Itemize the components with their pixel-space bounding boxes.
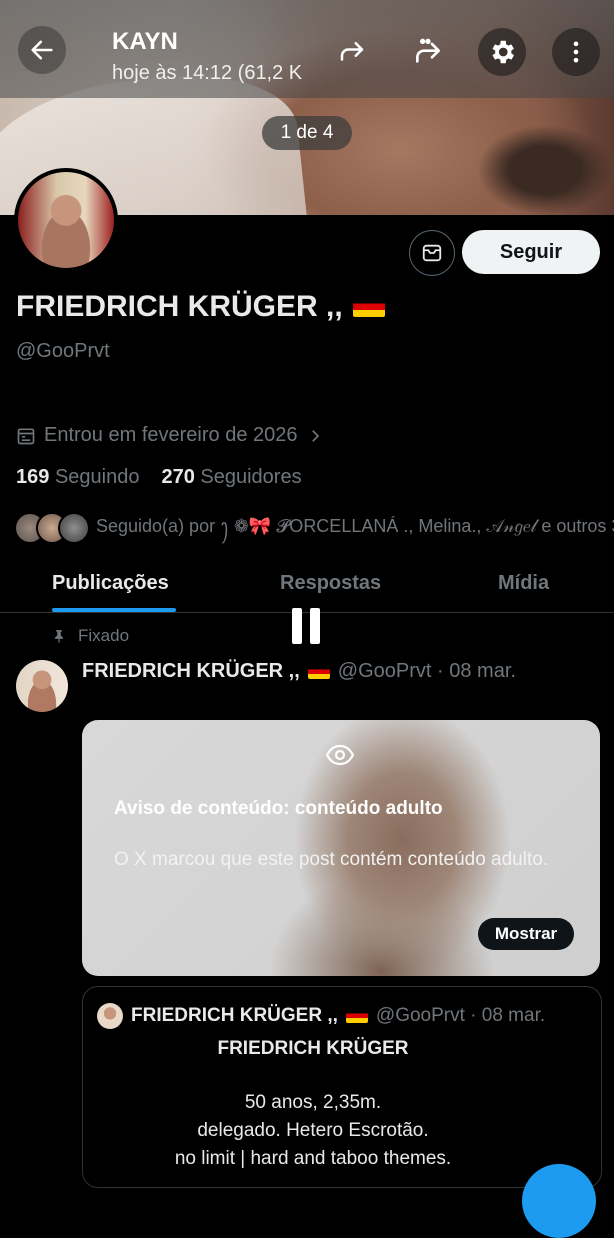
post-author-avatar[interactable]	[16, 660, 68, 712]
germany-flag-icon	[307, 664, 330, 679]
tab-media[interactable]: Mídia	[498, 572, 549, 595]
forward-arrow-icon	[340, 42, 364, 61]
media-counter: 1 de 4	[262, 116, 352, 150]
pin-icon	[54, 630, 64, 643]
tab-replies[interactable]: Respostas	[280, 572, 381, 595]
compose-button[interactable]	[522, 1164, 596, 1238]
post-handle-date: @GooPrvt · 08 mar.	[337, 660, 516, 682]
profile-tabs: Publicações Respostas Mídia	[0, 560, 614, 613]
profile-handle: @GooPrvt	[16, 340, 110, 362]
envelope-icon	[422, 244, 442, 262]
quoted-line: delegado. Hetero Escrotão.	[197, 1120, 429, 1141]
quoted-post-body: FRIEDRICH KRÜGER 50 anos, 2,35m. delegad…	[83, 1035, 543, 1173]
forward-all-button[interactable]	[404, 28, 452, 76]
chevron-right-icon[interactable]	[306, 427, 324, 445]
followers-label: Seguidores	[200, 466, 302, 488]
quoted-heading: FRIEDRICH KRÜGER	[217, 1038, 409, 1059]
followers-link[interactable]: 270 Seguidores	[161, 466, 301, 489]
following-label: Seguindo	[54, 466, 140, 488]
quoted-post-header: FRIEDRICH KRÜGER ,, @GooPrvt · 08 mar.	[97, 1003, 545, 1029]
quoted-author-name: FRIEDRICH KRÜGER ,,	[131, 1005, 338, 1026]
more-options-button[interactable]	[552, 28, 600, 76]
forward-all-icon	[416, 38, 440, 63]
more-vertical-icon	[573, 41, 579, 63]
pause-icon[interactable]	[292, 608, 322, 644]
quoted-line: no limit | hard and taboo themes.	[174, 1148, 452, 1169]
viewer-title: KAYN	[112, 28, 178, 55]
profile-name: FRIEDRICH KRÜGER ,,	[16, 290, 385, 324]
active-tab-indicator	[52, 608, 176, 612]
sensitive-media-card[interactable]: Aviso de conteúdo: conteúdo adulto O X m…	[82, 720, 600, 976]
pinned-text: Fixado	[78, 626, 130, 645]
content-warning-text: O X marcou que este post contém conteúdo…	[114, 849, 549, 870]
quoted-line: 50 anos, 2,35m.	[244, 1092, 382, 1113]
quoted-post[interactable]: FRIEDRICH KRÜGER ,, @GooPrvt · 08 mar. F…	[82, 986, 602, 1188]
post-header: FRIEDRICH KRÜGER ,, @GooPrvt · 08 mar.	[82, 660, 516, 683]
back-button[interactable]	[18, 26, 66, 74]
viewer-subtitle: hoje às 14:12 (61,2 K	[112, 62, 303, 84]
followed-by-text: Seguido(a) por ꫂ ❁🎀 𝓟ORCELLANÁ ., Melina…	[96, 516, 614, 536]
gear-icon	[492, 40, 514, 64]
share-button[interactable]	[330, 30, 374, 74]
eye-icon	[325, 744, 355, 766]
profile-avatar[interactable]	[14, 168, 118, 272]
profile-name-text: FRIEDRICH KRÜGER ,,	[16, 290, 343, 323]
arrow-left-icon	[31, 40, 53, 60]
show-content-button[interactable]: Mostrar	[478, 918, 574, 950]
follower-avatar	[58, 512, 90, 544]
followers-count: 270	[161, 466, 195, 488]
post-author-name[interactable]: FRIEDRICH KRÜGER ,,	[82, 660, 300, 683]
content-warning-title: Aviso de conteúdo: conteúdo adulto	[114, 798, 443, 819]
calendar-icon	[17, 428, 35, 444]
follow-button[interactable]: Seguir	[462, 230, 600, 274]
followed-by-row[interactable]: Seguido(a) por ꫂ ❁🎀 𝓟ORCELLANÁ ., Melina…	[14, 512, 614, 544]
tab-posts[interactable]: Publicações	[52, 572, 169, 595]
germany-flag-icon	[345, 1009, 368, 1023]
settings-button[interactable]	[478, 28, 526, 76]
germany-flag-icon	[352, 297, 385, 317]
pinned-label: Fixado	[52, 626, 129, 646]
following-count: 169	[16, 466, 50, 488]
quoted-handle-date: @GooPrvt · 08 mar.	[375, 1005, 546, 1026]
joined-date: Entrou em fevereiro de 2026	[16, 424, 324, 447]
following-link[interactable]: 169 Seguindo	[16, 466, 139, 489]
message-button[interactable]	[409, 230, 455, 276]
joined-date-text: Entrou em fevereiro de 2026	[44, 424, 298, 446]
quoted-author-avatar	[97, 1003, 123, 1029]
follow-stats: 169 Seguindo 270 Seguidores	[16, 466, 302, 489]
